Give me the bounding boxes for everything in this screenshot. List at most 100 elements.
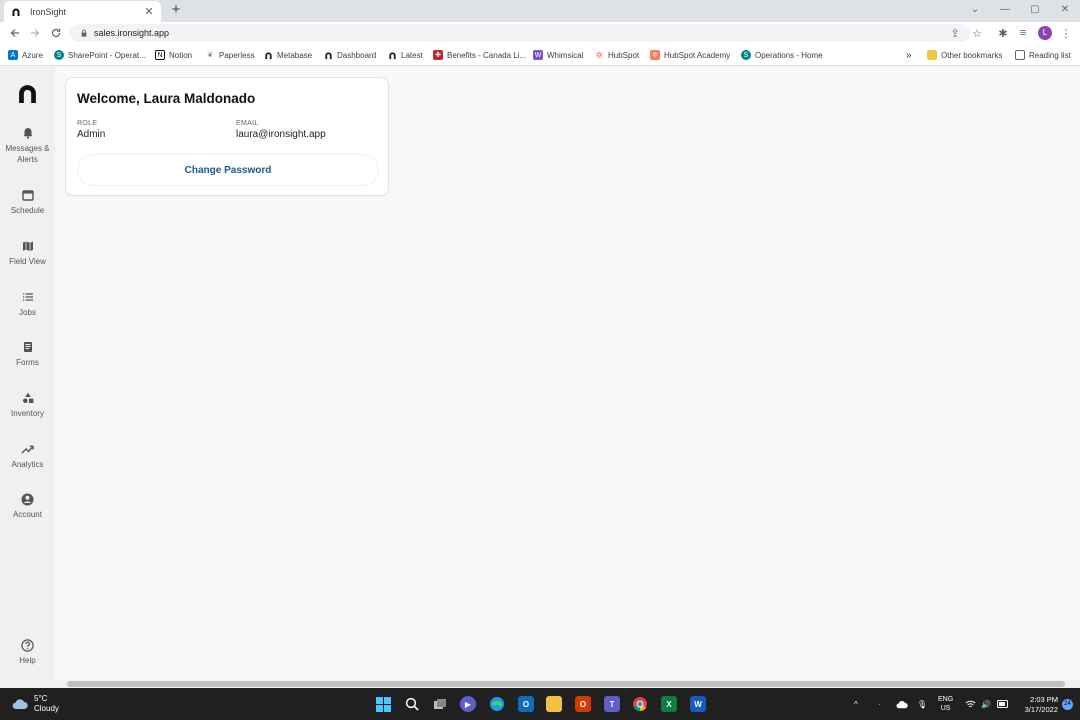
sidebar-item-help[interactable]: Help	[0, 637, 55, 666]
media-queue-icon[interactable]: ≡	[1014, 24, 1032, 42]
teams-chat-icon[interactable]: ▶	[460, 696, 476, 712]
role-field: ROLE Admin	[77, 120, 105, 140]
wifi-icon[interactable]	[965, 688, 976, 720]
sharepoint-icon: S	[54, 50, 64, 60]
whimsical-icon: W	[533, 50, 543, 60]
cloud-icon	[12, 699, 28, 710]
sidebar-item-inventory[interactable]: Inventory	[0, 390, 55, 419]
email-field: EMAIL laura@ironsight.app	[236, 120, 326, 140]
back-button[interactable]	[4, 23, 25, 43]
bookmark-paperless[interactable]: ❦ Paperless	[205, 48, 255, 62]
folder-icon	[927, 50, 937, 60]
minimize-button[interactable]: —	[990, 0, 1020, 20]
paperless-icon: ❦	[205, 50, 215, 60]
task-view-icon[interactable]	[432, 696, 448, 712]
system-clock[interactable]: 2:03 PM 3/17/2022	[1025, 695, 1058, 715]
ironsight-icon	[387, 50, 397, 60]
form-icon	[0, 339, 55, 355]
sidebar-item-account[interactable]: Account	[0, 491, 55, 520]
shapes-icon	[0, 390, 55, 406]
browser-tabstrip: IronSight ✕ + ⌄ — ▢ ✕	[0, 0, 1080, 22]
address-url: sales.ironsight.app	[94, 28, 170, 38]
share-icon[interactable]: ⇪	[946, 24, 964, 42]
bookmark-operations-home[interactable]: S Operations - Home	[741, 48, 823, 62]
weather-widget[interactable]: 5°C Cloudy	[12, 694, 59, 714]
volume-icon[interactable]: 🔊	[981, 688, 991, 720]
bookmarks-bar: A Azure S SharePoint - Operat... N Notio…	[0, 44, 1080, 66]
onedrive-cloud-icon[interactable]	[896, 688, 908, 720]
bookmark-hubspot-academy[interactable]: ✲ HubSpot Academy	[650, 48, 730, 62]
ironsight-logo-icon[interactable]	[17, 83, 38, 104]
bookmark-hubspot[interactable]: ✲ HubSpot	[594, 48, 639, 62]
edge-browser-icon[interactable]	[489, 696, 505, 712]
maximize-button[interactable]: ▢	[1020, 0, 1050, 20]
browser-menu-icon[interactable]: ⋮	[1057, 24, 1075, 42]
bookmark-whimsical[interactable]: W Whimsical	[533, 48, 583, 62]
email-value: laura@ironsight.app	[236, 129, 326, 140]
bookmark-latest[interactable]: Latest	[387, 48, 423, 62]
account-card: Welcome, Laura Maldonado ROLE Admin EMAI…	[65, 77, 389, 196]
reading-list-icon	[1015, 50, 1025, 60]
excel-icon[interactable]: X	[661, 696, 677, 712]
bookmark-azure[interactable]: A Azure	[8, 48, 43, 62]
notion-icon: N	[155, 50, 165, 60]
sidebar-item-forms[interactable]: Forms	[0, 339, 55, 368]
sharepoint-icon: S	[741, 50, 751, 60]
extensions-puzzle-icon[interactable]: ✱	[994, 24, 1012, 42]
word-icon[interactable]: W	[690, 696, 706, 712]
chrome-icon[interactable]	[632, 696, 648, 712]
reload-button[interactable]	[45, 23, 66, 43]
email-label: EMAIL	[236, 120, 259, 127]
trending-up-icon	[0, 441, 55, 457]
battery-icon[interactable]	[997, 688, 1009, 720]
scrollbar-thumb[interactable]	[67, 681, 1065, 687]
office-icon[interactable]: O	[575, 696, 591, 712]
teams-icon[interactable]: T	[604, 696, 620, 712]
notification-badge[interactable]: 24	[1062, 699, 1073, 710]
tab-title: IronSight	[30, 6, 67, 17]
outlook-icon[interactable]: O	[518, 696, 534, 712]
bookmark-dashboard[interactable]: Dashboard	[323, 48, 376, 62]
list-icon	[0, 289, 55, 305]
tray-dot-icon: ·	[878, 699, 881, 709]
bookmark-notion[interactable]: N Notion	[155, 48, 192, 62]
other-bookmarks-folder[interactable]: Other bookmarks	[927, 48, 1002, 62]
file-explorer-icon[interactable]	[546, 696, 562, 712]
reading-list-button[interactable]: Reading list	[1015, 48, 1071, 62]
tab-close-icon[interactable]: ✕	[143, 5, 155, 18]
sidebar-item-field-view[interactable]: Field View	[0, 238, 55, 267]
weather-temp: 5°C	[34, 694, 48, 703]
new-tab-button[interactable]: +	[168, 2, 184, 18]
change-password-button[interactable]: Change Password	[77, 154, 379, 186]
lock-icon	[81, 29, 87, 37]
account-icon	[0, 491, 55, 507]
more-bookmarks-button[interactable]: »	[906, 48, 912, 62]
bell-icon	[0, 125, 55, 141]
forward-button[interactable]	[24, 23, 45, 43]
bookmark-metabase[interactable]: Metabase	[263, 48, 312, 62]
windows-start-icon[interactable]	[375, 696, 391, 712]
benefits-icon: ✚	[433, 50, 443, 60]
search-icon[interactable]	[404, 696, 420, 712]
sidebar-item-jobs[interactable]: Jobs	[0, 289, 55, 318]
sidebar-item-schedule[interactable]: Schedule	[0, 187, 55, 216]
bookmark-star-icon[interactable]: ☆	[968, 24, 986, 42]
bookmark-benefits-canada[interactable]: ✚ Benefits - Canada Li...	[433, 48, 526, 62]
tab-search-icon[interactable]: ⌄	[960, 0, 990, 20]
profile-avatar[interactable]: L	[1036, 24, 1054, 42]
ironsight-icon	[263, 50, 273, 60]
map-icon	[0, 238, 55, 254]
sidebar-item-analytics[interactable]: Analytics	[0, 441, 55, 470]
language-indicator[interactable]: ENG US	[938, 688, 953, 720]
horizontal-scrollbar[interactable]	[55, 680, 1080, 688]
show-hidden-icons-icon[interactable]: ^	[854, 688, 858, 720]
browser-tab-ironsight[interactable]: IronSight ✕	[4, 1, 161, 22]
arrow-right-icon	[30, 29, 39, 37]
close-window-button[interactable]: ✕	[1050, 0, 1080, 20]
address-bar[interactable]: sales.ironsight.app	[70, 24, 970, 42]
windows-taskbar: 5°C Cloudy ▶ O O T X W ^ · 🎙 ENG US 🔊 2:…	[0, 688, 1080, 720]
clock-date: 3/17/2022	[1024, 705, 1058, 714]
sidebar-item-messages-alerts[interactable]: Messages & Alerts	[0, 125, 55, 165]
bookmark-sharepoint-operations[interactable]: S SharePoint - Operat...	[54, 48, 146, 62]
microphone-icon[interactable]: 🎙	[917, 688, 927, 720]
